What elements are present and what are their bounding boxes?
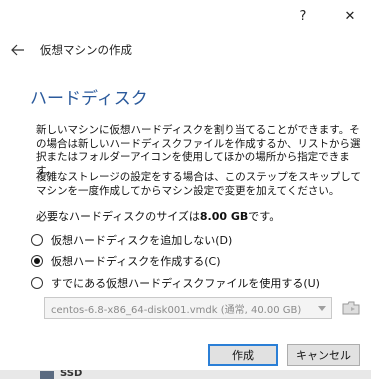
background-text: SSD (60, 370, 83, 379)
title-bar: ? ✕ (0, 0, 371, 32)
wizard-nav: 仮想マシンの作成 (0, 36, 371, 64)
existing-disk-value: centos-6.8-x86_64-disk001.vmdk (通常, 40.0… (51, 304, 302, 316)
back-arrow-icon[interactable] (8, 40, 28, 60)
existing-disk-select[interactable]: centos-6.8-x86_64-disk001.vmdk (通常, 40.0… (44, 297, 332, 319)
close-button[interactable]: ✕ (331, 0, 369, 32)
recommended-size-text: 必要なハードディスクのサイズは8.00 GBです。 (36, 208, 280, 224)
option-no-disk[interactable]: 仮想ハードディスクを追加しない(D) (31, 232, 232, 248)
option-use-existing-label: すでにある仮想ハードディスクファイルを使用する(U) (51, 277, 320, 290)
storage-note-text: 複雑なストレージの設定をする場合は、このステップをスキップしてマシンを一度作成し… (36, 171, 361, 197)
description-text: 新しいマシンに仮想ハードディスクを割り当てることができます。その場合は新しいハー… (36, 124, 361, 177)
size-value: 8.00 GB (199, 210, 249, 223)
chevron-down-icon[interactable] (313, 298, 331, 318)
create-button[interactable]: 作成 (208, 344, 278, 366)
radio-no-disk[interactable] (31, 234, 43, 246)
existing-file-row: centos-6.8-x86_64-disk001.vmdk (通常, 40.0… (44, 297, 364, 319)
folder-browse-icon[interactable] (340, 298, 362, 318)
radio-use-existing[interactable] (31, 277, 43, 289)
help-button[interactable]: ? (284, 0, 322, 32)
option-no-disk-label: 仮想ハードディスクを追加しない(D) (51, 234, 233, 247)
size-suffix: です。 (248, 210, 281, 223)
cancel-button[interactable]: キャンセル (287, 344, 360, 366)
radio-create-disk[interactable] (31, 255, 43, 267)
background-window-strip: SSD (0, 370, 371, 379)
option-create-disk-label: 仮想ハードディスクを作成する(C) (51, 255, 221, 268)
disk-icon (40, 371, 54, 379)
option-create-disk[interactable]: 仮想ハードディスクを作成する(C) (31, 253, 221, 269)
option-use-existing[interactable]: すでにある仮想ハードディスクファイルを使用する(U) (31, 275, 320, 291)
wizard-title: 仮想マシンの作成 (40, 43, 132, 57)
page-title: ハードディスク (30, 89, 148, 109)
size-prefix: 必要なハードディスクのサイズは (36, 210, 200, 223)
